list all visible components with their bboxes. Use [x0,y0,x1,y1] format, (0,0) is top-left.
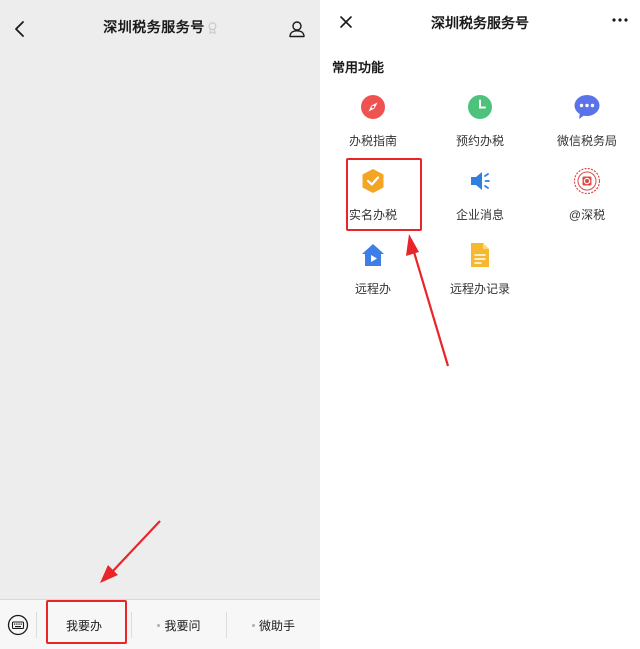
panel-title: 深圳税务服务号 [431,15,529,31]
menu-item-wo-yao-wen[interactable]: 我要问 [132,600,226,649]
submenu-dot-icon [157,623,161,627]
keyboard-icon [7,614,29,636]
account-title: 深圳税务服务号 [0,17,320,37]
function-label: 微信税务局 [556,134,617,148]
speaker-icon [471,172,490,190]
function-label: 办税指南 [348,134,397,148]
more-options-button[interactable] [606,8,634,32]
more-dots-icon [612,18,628,22]
seal-logo-icon [573,167,601,195]
chat-screen: 深圳税务服务号 我要办 我要问 微助手 [0,0,320,649]
menu-item-wei-zhu-shou[interactable]: 微助手 [227,600,320,649]
function-enterprise-message[interactable]: 企业消息 [427,166,533,236]
function-shen-shui[interactable]: @深税 [534,166,640,236]
chat-header: 深圳税务服务号 [0,0,320,58]
keyboard-toggle-button[interactable] [0,600,36,649]
function-label: 预约办税 [455,134,504,148]
function-panel: 深圳税务服务号 常用功能 办税指南 预约办税 微信税务局 实名办税 企业消息 @… [320,0,640,649]
document-icon [471,243,489,267]
submenu-dot-icon [251,623,255,627]
compass-icon [361,95,385,119]
annotation-arrow [100,520,161,583]
panel-header: 深圳税务服务号 [320,0,640,44]
chat-bubble-icon [574,95,600,119]
function-appointment[interactable]: 预约办税 [427,92,533,162]
function-label: @深税 [568,208,606,222]
highlight-box [346,158,422,231]
clock-icon [468,95,492,119]
function-wechat-tax-bureau[interactable]: 微信税务局 [534,92,640,162]
annotation-arrow [406,234,450,367]
function-guide[interactable]: 办税指南 [320,92,426,162]
account-title-text: 深圳税务服务号 [103,19,205,35]
section-title: 常用功能 [332,60,385,75]
verified-badge-icon [208,22,217,35]
highlight-box [46,600,127,644]
person-icon [289,21,305,38]
menu-item-label: 我要问 [164,618,201,633]
house-play-icon [362,244,384,266]
function-label: 企业消息 [455,208,504,222]
menu-item-label: 微助手 [258,618,295,633]
profile-button[interactable] [284,16,310,42]
